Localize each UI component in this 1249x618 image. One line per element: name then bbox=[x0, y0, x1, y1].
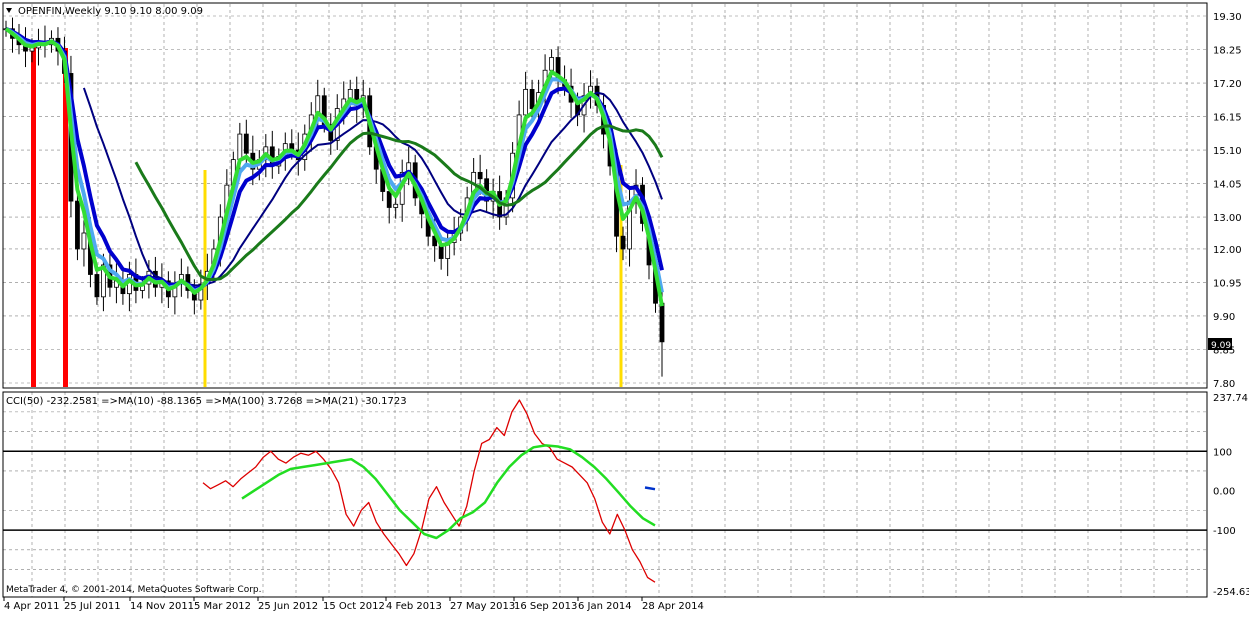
copyright-text: MetaTrader 4, © 2001-2014, MetaQuotes So… bbox=[6, 585, 262, 595]
candle-body bbox=[529, 89, 535, 109]
y-tick-label: 9.90 bbox=[1213, 312, 1235, 323]
x-tick-label: 27 May 2013 bbox=[450, 601, 515, 612]
y-tick-label: 17.20 bbox=[1213, 79, 1242, 90]
x-tick-label: 4 Apr 2011 bbox=[4, 601, 59, 612]
x-tick-label: 14 Nov 2011 bbox=[130, 601, 194, 612]
y-tick-label: 16.15 bbox=[1213, 113, 1242, 124]
x-tick-label: 25 Jul 2011 bbox=[64, 601, 121, 612]
x-tick-label: 4 Feb 2013 bbox=[386, 601, 442, 612]
x-tick-label: 15 Oct 2012 bbox=[323, 601, 385, 612]
x-tick-label: 5 Mar 2012 bbox=[194, 601, 251, 612]
x-tick-label: 6 Jan 2014 bbox=[578, 601, 632, 612]
cci-tick-label: -254.639 bbox=[1213, 587, 1249, 598]
symbol-header: OPENFIN,Weekly 9.10 9.10 8.00 9.09 bbox=[18, 6, 203, 17]
candle-body bbox=[477, 171, 483, 180]
chart-canvas[interactable]: 19.30 18.25 17.20 16.15 15.10 14.05 13.00 12.00… bbox=[0, 0, 1249, 614]
candle-body bbox=[75, 200, 80, 250]
y-tick-label: 7.80 bbox=[1213, 379, 1235, 390]
price-badge-label: 9.09 bbox=[1211, 341, 1231, 351]
y-tick-label: 13.00 bbox=[1213, 213, 1242, 224]
y-tick-label: 14.05 bbox=[1213, 180, 1242, 191]
y-tick-label: 10.95 bbox=[1213, 278, 1242, 289]
signal-bar-red bbox=[31, 47, 36, 387]
x-tick-label: 16 Sep 2013 bbox=[514, 601, 577, 612]
candle-body bbox=[393, 203, 399, 208]
y-tick-label: 15.10 bbox=[1213, 146, 1242, 157]
candle-body bbox=[549, 57, 554, 71]
y-tick-label: 12.00 bbox=[1213, 245, 1242, 256]
y-tick-label: 19.30 bbox=[1213, 12, 1242, 23]
x-tick-label: 25 Jun 2012 bbox=[258, 601, 318, 612]
background bbox=[0, 0, 1249, 614]
candle-body bbox=[659, 302, 665, 343]
candle-body bbox=[386, 191, 392, 208]
x-tick-label: 28 Apr 2014 bbox=[642, 601, 704, 612]
candle-body bbox=[523, 89, 529, 116]
cci-tick-label: 0.00 bbox=[1213, 487, 1235, 498]
candle-body bbox=[243, 133, 249, 154]
chart-root: 19.30 18.25 17.20 16.15 15.10 14.05 13.00 12.00… bbox=[0, 0, 1249, 614]
cci-tick-label: -100 bbox=[1213, 526, 1236, 537]
candle-body bbox=[620, 235, 626, 250]
y-tick-label: 18.25 bbox=[1213, 46, 1242, 57]
indicator-header: CCI(50) -232.2581 =>MA(10) -88.1365 =>MA… bbox=[6, 396, 407, 407]
candle-body bbox=[81, 232, 87, 250]
candle-body bbox=[237, 133, 243, 161]
candle-body bbox=[94, 274, 100, 298]
cci-ma100-line bbox=[644, 486, 656, 491]
candle-body bbox=[438, 245, 444, 259]
cci-tick-label: 237.7417 bbox=[1213, 393, 1249, 404]
cci-tick-label: 100 bbox=[1213, 447, 1232, 458]
